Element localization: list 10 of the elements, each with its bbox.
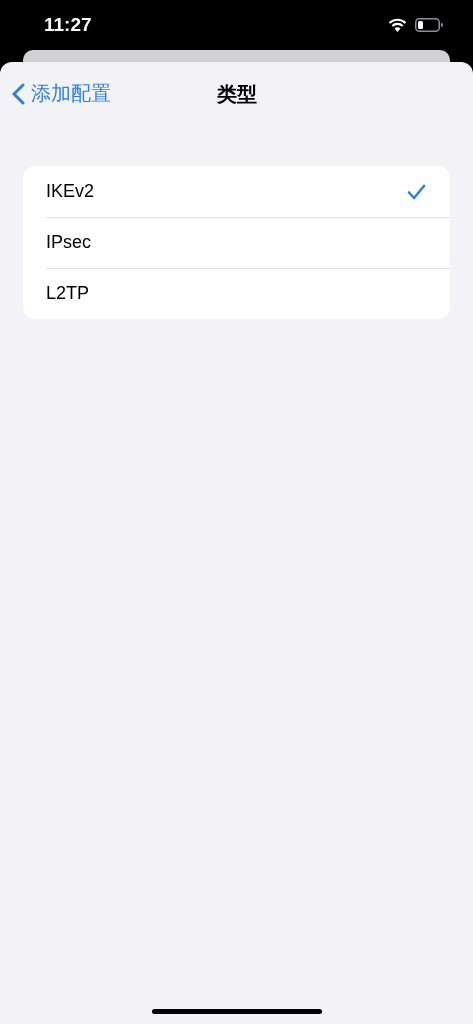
option-row[interactable]: L2TP bbox=[23, 268, 450, 319]
status-time: 11:27 bbox=[44, 14, 92, 36]
battery-icon bbox=[415, 18, 443, 32]
option-row[interactable]: IPsec bbox=[23, 217, 450, 268]
nav-title: 类型 bbox=[216, 81, 257, 107]
option-row[interactable]: IKEv2 bbox=[23, 166, 450, 217]
checkmark-icon bbox=[407, 183, 426, 200]
wifi-icon bbox=[388, 18, 407, 32]
back-button[interactable]: 添加配置 bbox=[12, 80, 111, 107]
chevron-left-icon bbox=[12, 82, 25, 105]
